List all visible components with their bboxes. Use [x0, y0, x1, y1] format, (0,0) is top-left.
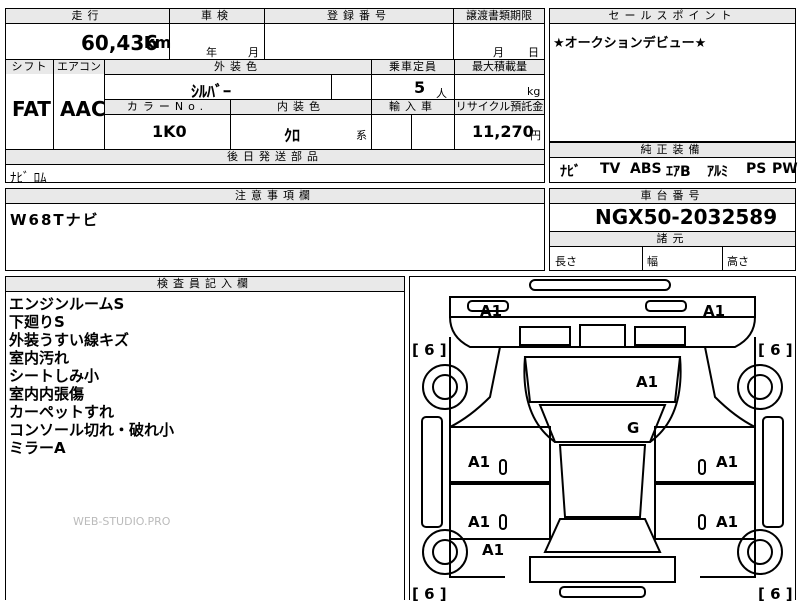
tire-tread-front-right: [ 6 ] — [758, 341, 793, 359]
inspector-note-line: エンジンルームS — [9, 295, 125, 313]
equipment-item: PW — [772, 161, 798, 177]
tire-tread-front-left: [ 6 ] — [412, 341, 447, 359]
shift-value: FAT — [12, 97, 51, 121]
capacity-value: 5 — [414, 78, 426, 97]
inspector-notes-header: 検査員記入欄 — [6, 277, 404, 291]
shift-header: シフト — [6, 60, 53, 74]
interior-color-value: ｸﾛ — [284, 126, 301, 145]
damage-mark: A1 — [703, 302, 725, 320]
damage-mark: G — [627, 419, 639, 437]
aircon-header: エアコン — [54, 60, 104, 74]
spec-table: 走行 車検 登録番号 譲渡書類期限 60,436 km 年 月 月 日 シフト … — [5, 8, 545, 186]
tire-tread-rear-right: [ 6 ] — [758, 585, 793, 601]
registration-header: 登録番号 — [265, 9, 453, 23]
height-label: 高さ — [727, 255, 749, 268]
cautions-box: 注意事項欄 W68Tナビ — [5, 188, 545, 271]
damage-mark: A1 — [716, 453, 738, 471]
inspection-year: 年 — [206, 46, 217, 59]
width-label: 幅 — [647, 255, 658, 268]
genuine-equipment-header: 純正装備 — [550, 143, 795, 157]
genuine-equipment-box: 純正装備 ﾅﾋﾞ TV ABS ｴｱB ｱﾙﾐ PS PW — [549, 142, 798, 183]
color-no-header: カラーNo. — [105, 100, 230, 114]
sales-point-box: セールスポイント ★オークションデビュー★ — [549, 8, 796, 142]
recycle-fee-value: 11,270 — [472, 122, 534, 141]
dimensions-header: 諸元 — [550, 232, 795, 246]
inspection-month: 月 — [248, 46, 259, 59]
inspector-note-line: 室内内張傷 — [9, 385, 85, 403]
import-header: 輸入車 — [372, 100, 454, 114]
recycle-fee-unit: 円 — [530, 129, 541, 142]
max-load-header: 最大積載量 — [455, 60, 544, 74]
equipment-item: TV — [600, 161, 621, 177]
recycle-header: リサイクル預託金 — [455, 100, 544, 114]
max-load-unit: kg — [527, 85, 541, 98]
damage-mark: A1 — [716, 513, 738, 531]
transfer-month: 月 — [493, 46, 504, 59]
chassis-box: 車台番号 NGX50-2032589 諸元 長さ 幅 高さ — [549, 188, 796, 271]
damage-mark: A1 — [636, 373, 658, 391]
mileage-unit: km — [144, 33, 172, 52]
damage-mark: A1 — [480, 302, 502, 320]
inspector-notes-list: エンジンルームS 下廻りS 外装うすい線キズ 室内汚れ シートしみ小 室内内張傷 カーペット… — [9, 295, 174, 457]
aircon-value: AAC — [60, 97, 106, 121]
mileage-header: 走行 — [6, 9, 169, 23]
cautions-value: W68Tナビ — [10, 211, 100, 229]
car-diagram: A1 A1 A1 G A1 A1 A1 A1 A1 [ 6 ] [ 6 ] [ … — [412, 279, 793, 601]
equipment-item: ｴｱB — [666, 164, 691, 180]
inspector-note-line: カーペットすれ — [9, 403, 115, 421]
car-diagram-box: A1 A1 A1 G A1 A1 A1 A1 A1 [ 6 ] [ 6 ] [ … — [409, 276, 796, 601]
watermark: WEB-STUDIO.PRO — [73, 515, 171, 528]
inspector-note-line: ミラーA — [9, 439, 66, 457]
equipment-item: PS — [746, 161, 767, 177]
sales-point-header: セールスポイント — [550, 9, 795, 23]
sales-point-value: ★オークションデビュー★ — [553, 36, 707, 51]
color-no-value: 1K0 — [152, 122, 187, 141]
transfer-deadline-header: 譲渡書類期限 — [454, 9, 544, 23]
inspector-note-line: 室内汚れ — [9, 349, 70, 367]
length-label: 長さ — [555, 255, 577, 268]
inspector-note-line: 下廻りS — [9, 313, 65, 331]
later-parts-value: ﾅﾋﾞ ﾛﾑ — [10, 171, 47, 186]
exterior-color-header: 外装色 — [105, 60, 371, 74]
capacity-header: 乗車定員 — [372, 60, 454, 74]
damage-mark: A1 — [468, 513, 490, 531]
cautions-header: 注意事項欄 — [6, 189, 544, 203]
tire-tread-rear-left: [ 6 ] — [412, 585, 447, 601]
chassis-no-header: 車台番号 — [550, 189, 795, 203]
inspector-notes-box: 検査員記入欄 エンジンルームS 下廻りS 外装うすい線キズ 室内汚れ シートしみ小 室内内… — [5, 276, 405, 600]
interior-color-suffix: 系 — [356, 129, 367, 142]
inspector-note-line: シートしみ小 — [9, 367, 100, 385]
damage-mark: A1 — [482, 541, 504, 559]
transfer-day: 日 — [528, 46, 539, 59]
equipment-item: ﾅﾋﾞ — [560, 164, 581, 180]
equipment-item: ｱﾙﾐ — [707, 164, 728, 180]
chassis-no-value: NGX50-2032589 — [595, 205, 778, 229]
inspection-header: 車検 — [170, 9, 264, 23]
later-parts-header: 後日発送部品 — [6, 150, 544, 164]
equipment-item: ABS — [630, 161, 662, 177]
inspector-note-line: コンソール切れ・破れ小 — [9, 421, 175, 439]
interior-color-header: 内装色 — [231, 100, 371, 114]
inspector-note-line: 外装うすい線キズ — [9, 331, 130, 349]
damage-mark: A1 — [468, 453, 490, 471]
